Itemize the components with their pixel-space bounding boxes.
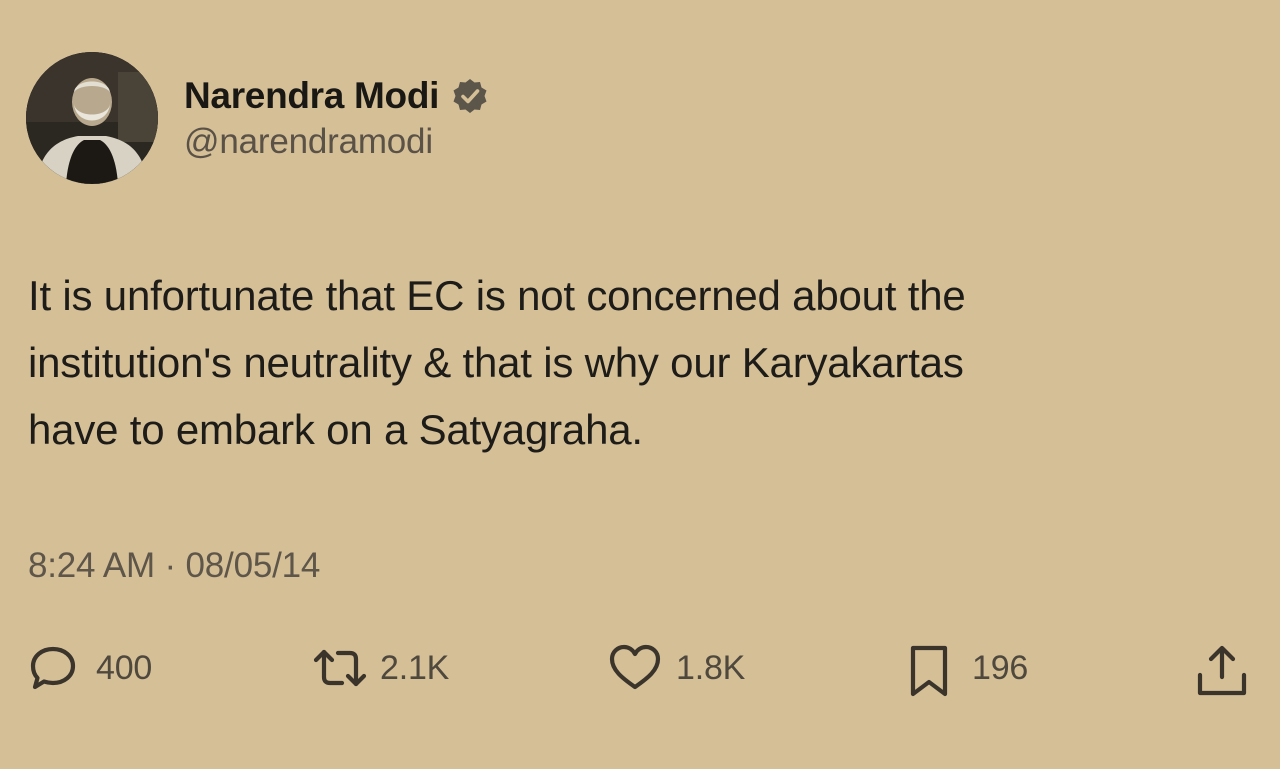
avatar[interactable] — [26, 52, 158, 184]
like-button[interactable]: 1.8K — [608, 636, 745, 700]
verified-badge-icon — [451, 77, 489, 115]
bookmark-count: 196 — [972, 648, 1029, 687]
reply-count: 400 — [96, 648, 153, 687]
heart-icon — [608, 643, 661, 693]
avatar-photo — [26, 52, 158, 184]
action-bar: 400 2.1K 1.8K 196 — [0, 636, 1280, 700]
share-icon — [1194, 643, 1247, 696]
like-count: 1.8K — [676, 648, 746, 687]
author-handle[interactable]: @narendramodi — [184, 122, 489, 162]
name-row: Narendra Modi — [184, 72, 489, 120]
share-button[interactable] — [1194, 636, 1247, 700]
display-name[interactable]: Narendra Modi — [184, 75, 439, 117]
reply-icon — [28, 643, 78, 693]
retweet-count: 2.1K — [380, 648, 450, 687]
reply-button[interactable]: 400 — [28, 636, 152, 700]
tweet-card: Narendra Modi @narendramodi It is unfort… — [0, 0, 1280, 769]
tweet-text: It is unfortunate that EC is not concern… — [28, 272, 966, 453]
bookmark-icon — [904, 643, 954, 697]
bookmark-button[interactable]: 196 — [904, 636, 1028, 700]
retweet-icon — [312, 643, 367, 693]
tweet-header: Narendra Modi @narendramodi — [26, 52, 489, 184]
tweet-timestamp[interactable]: 8:24 AM · 08/05/14 — [28, 546, 320, 586]
retweet-button[interactable]: 2.1K — [312, 636, 449, 700]
author-identity: Narendra Modi @narendramodi — [184, 72, 489, 164]
